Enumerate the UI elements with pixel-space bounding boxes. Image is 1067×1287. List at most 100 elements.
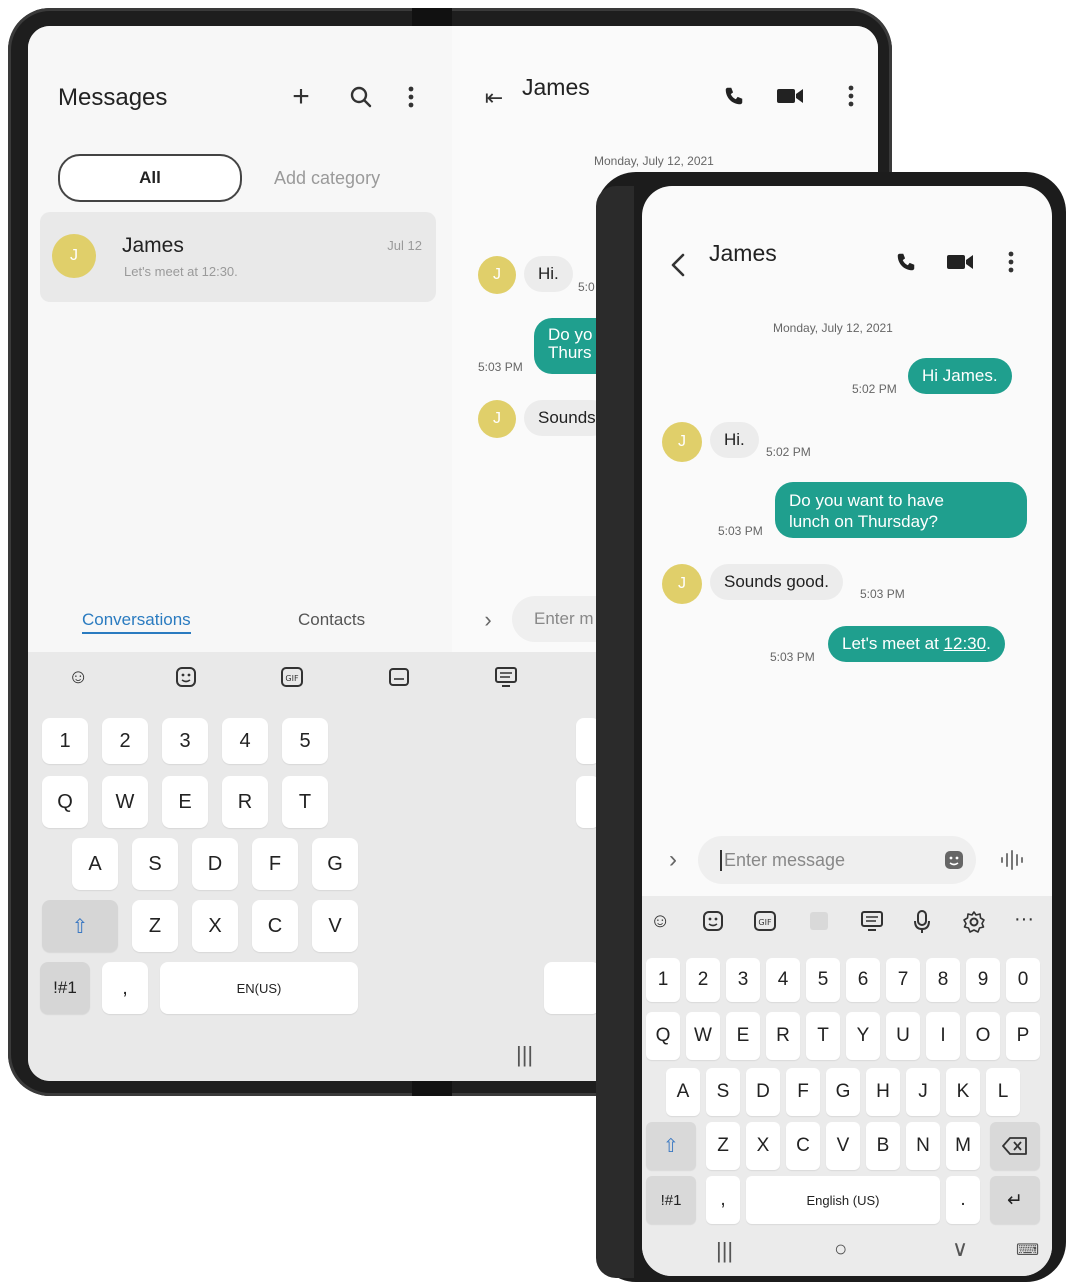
key-partial[interactable] [544, 962, 600, 1014]
expand-chevron-icon[interactable]: › [662, 846, 684, 874]
phone-call-icon[interactable] [720, 82, 748, 110]
key-t[interactable]: T [282, 776, 328, 828]
key-4[interactable]: 4 [766, 958, 800, 1002]
chat-more-options-icon[interactable] [844, 82, 858, 110]
key-p[interactable]: P [1006, 1012, 1040, 1060]
key-f[interactable]: F [252, 838, 298, 890]
settings-icon[interactable] [962, 910, 986, 940]
time-link[interactable]: 12:30 [944, 634, 987, 653]
shift-key[interactable]: ⇧ [42, 900, 118, 952]
phone-call-icon[interactable] [892, 248, 920, 276]
shift-key[interactable]: ⇧ [646, 1122, 696, 1170]
enter-key[interactable]: ↵ [990, 1176, 1040, 1224]
gif-icon[interactable]: GIF [753, 910, 777, 938]
key-3[interactable]: 3 [726, 958, 760, 1002]
message-input[interactable]: Enter message [698, 836, 976, 884]
key-5[interactable]: 5 [806, 958, 840, 1002]
comma-key[interactable]: , [706, 1176, 740, 1224]
key-w[interactable]: W [102, 776, 148, 828]
key-e[interactable]: E [726, 1012, 760, 1060]
key-w[interactable]: W [686, 1012, 720, 1060]
key-o[interactable]: O [966, 1012, 1000, 1060]
key-x[interactable]: X [192, 900, 238, 952]
key-1[interactable]: 1 [646, 958, 680, 1002]
period-key[interactable]: . [946, 1176, 980, 1224]
key-c[interactable]: C [252, 900, 298, 952]
key-e[interactable]: E [162, 776, 208, 828]
expand-chevron-icon[interactable]: › [476, 607, 500, 632]
key-6[interactable]: 6 [846, 958, 880, 1002]
key-n[interactable]: N [906, 1122, 940, 1170]
key-z[interactable]: Z [706, 1122, 740, 1170]
key-b[interactable]: B [866, 1122, 900, 1170]
key-k[interactable]: K [946, 1068, 980, 1116]
key-c[interactable]: C [786, 1122, 820, 1170]
back-button[interactable]: ∨ [952, 1236, 968, 1262]
key-q[interactable]: Q [42, 776, 88, 828]
key-1[interactable]: 1 [42, 718, 88, 764]
key-u[interactable]: U [886, 1012, 920, 1060]
key-8[interactable]: 8 [926, 958, 960, 1002]
tab-add-category[interactable]: Add category [274, 168, 380, 189]
key-r[interactable]: R [766, 1012, 800, 1060]
sticker-icon[interactable] [942, 848, 966, 872]
key-t[interactable]: T [806, 1012, 840, 1060]
space-key[interactable]: English (US) [746, 1176, 940, 1224]
tab-conversations[interactable]: Conversations [82, 610, 191, 634]
mic-icon[interactable] [913, 910, 931, 940]
key-5[interactable]: 5 [282, 718, 328, 764]
key-r[interactable]: R [222, 776, 268, 828]
key-s[interactable]: S [132, 838, 178, 890]
key-h[interactable]: H [866, 1068, 900, 1116]
chat-more-options-icon[interactable] [1004, 248, 1018, 276]
keyboard-hide-icon[interactable]: ⌨ [1016, 1240, 1039, 1260]
symbols-key[interactable]: !#1 [40, 962, 90, 1014]
video-call-icon[interactable] [774, 82, 806, 110]
key-j[interactable]: J [906, 1068, 940, 1116]
key-q[interactable]: Q [646, 1012, 680, 1060]
key-a[interactable]: A [72, 838, 118, 890]
sticker-icon[interactable] [702, 910, 724, 938]
keyboard-icon[interactable] [388, 666, 410, 694]
key-g[interactable]: G [826, 1068, 860, 1116]
more-icon[interactable]: ··· [1014, 908, 1034, 931]
key-y[interactable]: Y [846, 1012, 880, 1060]
back-arrow-icon[interactable] [666, 250, 690, 280]
key-3[interactable]: 3 [162, 718, 208, 764]
key-0[interactable]: 0 [1006, 958, 1040, 1002]
key-l[interactable]: L [986, 1068, 1020, 1116]
key-2[interactable]: 2 [102, 718, 148, 764]
emoji-icon[interactable]: ☺ [68, 666, 88, 689]
comma-key[interactable]: , [102, 962, 148, 1014]
backspace-key[interactable] [990, 1122, 1040, 1170]
key-9[interactable]: 9 [966, 958, 1000, 1002]
voice-wave-icon[interactable] [998, 848, 1026, 872]
key-f[interactable]: F [786, 1068, 820, 1116]
more-options-icon[interactable] [396, 82, 426, 112]
key-v[interactable]: V [312, 900, 358, 952]
key-v[interactable]: V [826, 1122, 860, 1170]
recent-apps-button[interactable]: ||| [716, 1238, 733, 1264]
tab-all[interactable]: All [58, 154, 242, 202]
emoji-icon[interactable]: ☺ [650, 910, 670, 933]
home-button[interactable]: ○ [834, 1236, 847, 1262]
text-icon[interactable] [494, 666, 518, 694]
conversation-item-james[interactable]: J James Let's meet at 12:30. Jul 12 [40, 212, 436, 302]
key-x[interactable]: X [746, 1122, 780, 1170]
tab-contacts[interactable]: Contacts [298, 610, 365, 630]
recent-apps-button[interactable]: ||| [516, 1042, 533, 1068]
key-d[interactable]: D [746, 1068, 780, 1116]
key-s[interactable]: S [706, 1068, 740, 1116]
key-g[interactable]: G [312, 838, 358, 890]
compose-plus-icon[interactable]: + [286, 80, 316, 113]
key-2[interactable]: 2 [686, 958, 720, 1002]
space-key[interactable]: EN(US) [160, 962, 358, 1014]
key-4[interactable]: 4 [222, 718, 268, 764]
key-7[interactable]: 7 [886, 958, 920, 1002]
key-a[interactable]: A [666, 1068, 700, 1116]
video-call-icon[interactable] [944, 248, 976, 276]
key-z[interactable]: Z [132, 900, 178, 952]
key-m[interactable]: M [946, 1122, 980, 1170]
key-i[interactable]: I [926, 1012, 960, 1060]
symbols-key[interactable]: !#1 [646, 1176, 696, 1224]
